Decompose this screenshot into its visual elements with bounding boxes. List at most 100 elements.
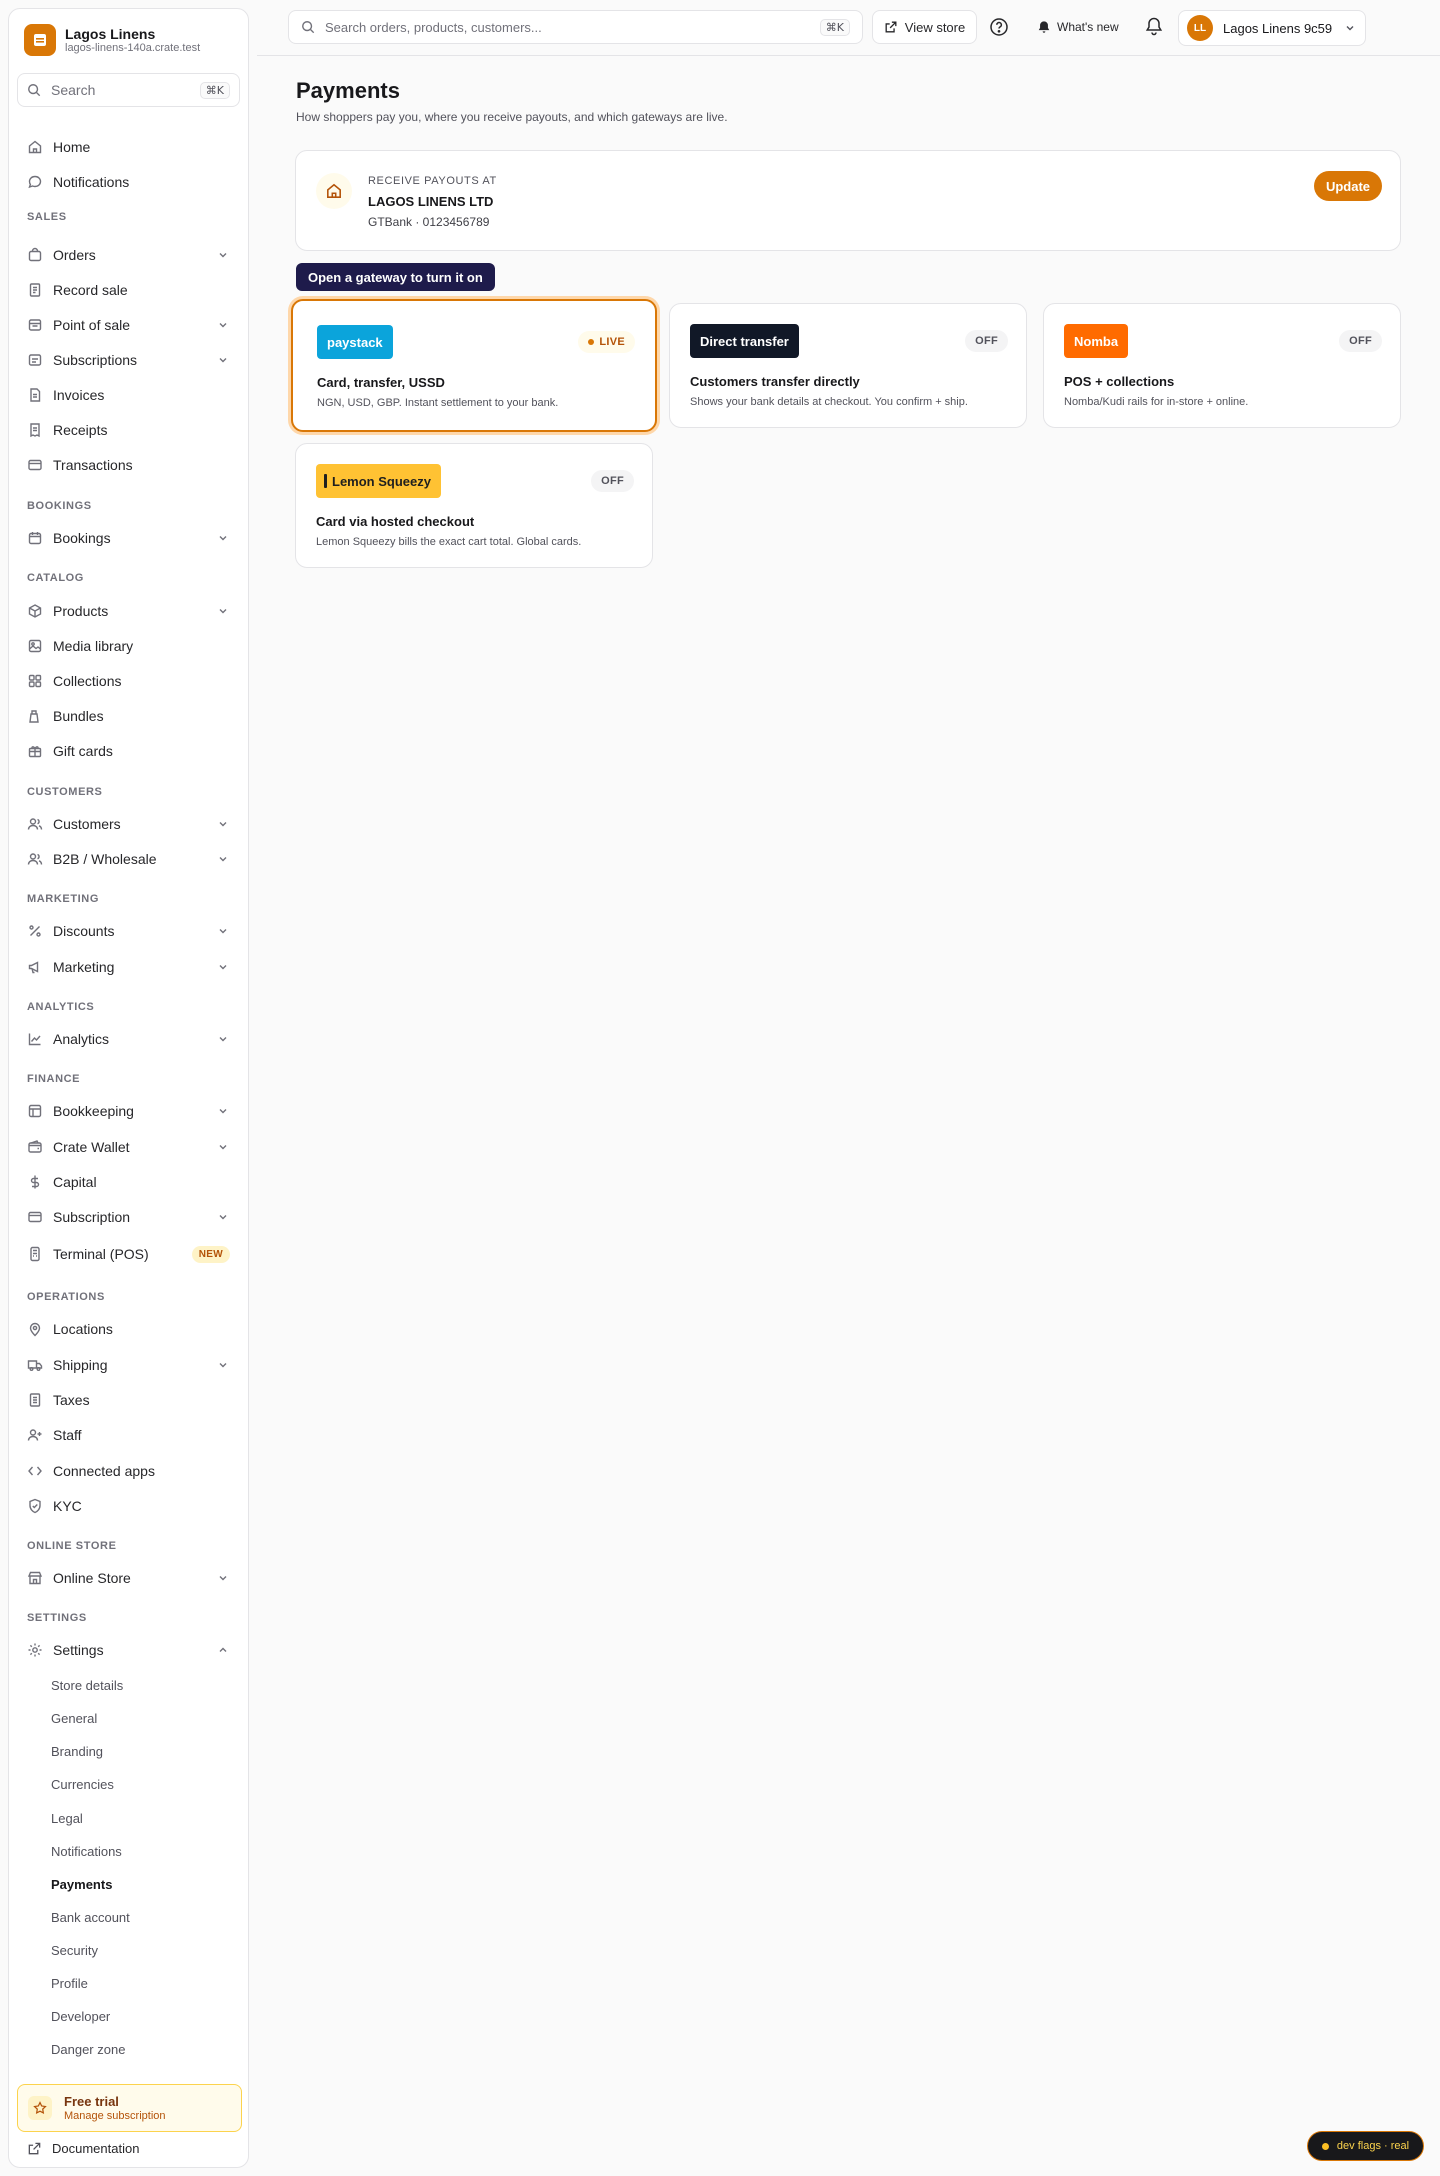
- gateway-description: Lemon Squeezy bills the exact cart total…: [316, 536, 582, 548]
- settings-sub-general[interactable]: General: [51, 1705, 231, 1731]
- status-badge-label: LIVE: [599, 336, 625, 348]
- sidebar-item-subscription[interactable]: Subscription: [17, 1202, 240, 1232]
- search-shortcut: ⌘K: [819, 18, 850, 36]
- sidebar-item-receipts[interactable]: Receipts: [17, 415, 240, 445]
- manage-subscription-link[interactable]: Manage subscription: [64, 2109, 166, 2123]
- gateway-card-direct-transfer[interactable]: Direct transfer OFF Customers transfer d…: [669, 303, 1027, 428]
- sidebar-item-marketing[interactable]: Marketing: [17, 952, 240, 982]
- sidebar-item-orders[interactable]: Orders: [17, 240, 240, 270]
- settings-sub-branding[interactable]: Branding: [51, 1738, 231, 1764]
- gateway-card-nomba[interactable]: Nomba OFF POS + collections Nomba/Kudi r…: [1043, 303, 1401, 428]
- sidebar-item-b2b-wholesale[interactable]: B2B / Wholesale: [17, 844, 240, 874]
- sidebar-item-label: Transactions: [53, 457, 133, 473]
- global-search-input[interactable]: Search orders, products, customers... ⌘K: [288, 10, 863, 44]
- bank-icon: [316, 173, 352, 209]
- settings-sub-bank-account[interactable]: Bank account: [51, 1904, 231, 1930]
- live-dot-icon: [588, 339, 595, 345]
- settings-sub-security[interactable]: Security: [51, 1937, 231, 1963]
- sidebar-item-label: Analytics: [53, 1031, 110, 1047]
- sidebar-item-products[interactable]: Products: [17, 596, 240, 626]
- sidebar-item-label: Taxes: [53, 1392, 90, 1408]
- sidebar-item-transactions[interactable]: Transactions: [17, 450, 240, 480]
- whats-new-button[interactable]: What's new: [1037, 16, 1119, 38]
- sidebar-item-label: Customers: [53, 816, 121, 832]
- sidebar-item-kyc[interactable]: KYC: [17, 1491, 240, 1521]
- users-icon: [27, 816, 43, 832]
- bag-icon: [27, 247, 43, 263]
- sidebar-item-crate-wallet[interactable]: Crate Wallet: [17, 1132, 240, 1162]
- chevron-down-icon: [216, 248, 230, 262]
- section-label-bookings: BOOKINGS: [27, 500, 92, 512]
- sidebar-item-media-library[interactable]: Media library: [17, 631, 240, 661]
- location-pin-icon: [27, 1321, 43, 1337]
- settings-sub-notifications[interactable]: Notifications: [51, 1838, 231, 1864]
- gateway-card-lemon-squeezy[interactable]: Lemon Squeezy OFF Card via hosted checko…: [295, 443, 653, 568]
- chevron-down-icon: [216, 1104, 230, 1118]
- view-store-button[interactable]: View store: [872, 10, 977, 44]
- sidebar-item-customers[interactable]: Customers: [17, 809, 240, 839]
- settings-sub-developer[interactable]: Developer: [51, 2003, 231, 2029]
- user-plus-icon: [27, 1427, 43, 1443]
- storefront-icon: [27, 1570, 43, 1586]
- sidebar-item-staff[interactable]: Staff: [17, 1420, 240, 1450]
- sidebar-item-bundles[interactable]: Bundles: [17, 701, 240, 731]
- account-menu[interactable]: LL Lagos Linens 9c59: [1178, 10, 1366, 46]
- section-label-finance: FINANCE: [27, 1073, 81, 1085]
- line-chart-icon: [27, 1031, 43, 1047]
- free-trial-banner[interactable]: Free trial Manage subscription: [17, 2084, 242, 2132]
- sidebar-item-terminal-pos[interactable]: Terminal (POS) NEW: [17, 1239, 240, 1269]
- sidebar-item-capital[interactable]: Capital: [17, 1167, 240, 1197]
- sidebar-item-discounts[interactable]: Discounts: [17, 916, 240, 946]
- sidebar-item-online-store[interactable]: Online Store: [17, 1563, 240, 1593]
- invoice-icon: [27, 387, 43, 403]
- sidebar-item-notifications[interactable]: Notifications: [17, 167, 240, 197]
- settings-sub-currencies[interactable]: Currencies: [51, 1771, 231, 1797]
- sidebar-item-bookings[interactable]: Bookings: [17, 523, 240, 553]
- store-switcher[interactable]: Lagos Linens lagos-linens-140a.crate.tes…: [24, 24, 200, 56]
- sidebar-item-home[interactable]: Home: [17, 132, 240, 162]
- settings-sub-legal[interactable]: Legal: [51, 1805, 231, 1831]
- sidebar-item-record-sale[interactable]: Record sale: [17, 275, 240, 305]
- sidebar-search[interactable]: Search ⌘K: [17, 73, 240, 107]
- chevron-down-icon: [216, 960, 230, 974]
- dev-flags-pill[interactable]: dev flags · real: [1307, 2131, 1424, 2161]
- sidebar-item-connected-apps[interactable]: Connected apps: [17, 1456, 240, 1486]
- status-dot-icon: [1321, 2142, 1329, 2150]
- settings-sub-danger-zone[interactable]: Danger zone: [51, 2036, 231, 2062]
- chevron-down-icon: [216, 924, 230, 938]
- sidebar-item-subscriptions[interactable]: Subscriptions: [17, 345, 240, 375]
- documentation-link[interactable]: Documentation: [27, 2141, 139, 2156]
- sidebar-item-label: Invoices: [53, 387, 105, 403]
- sidebar-item-analytics[interactable]: Analytics: [17, 1024, 240, 1054]
- sidebar-item-locations[interactable]: Locations: [17, 1314, 240, 1344]
- section-label-marketing: MARKETING: [27, 893, 100, 905]
- sidebar-item-gift-cards[interactable]: Gift cards: [17, 736, 240, 766]
- sidebar-item-shipping[interactable]: Shipping: [17, 1350, 240, 1380]
- sidebar-item-bookkeeping[interactable]: Bookkeeping: [17, 1096, 240, 1126]
- trial-title: Free trial: [64, 2093, 119, 2109]
- section-label-customers: CUSTOMERS: [27, 786, 103, 798]
- settings-sub-payments[interactable]: Payments: [51, 1871, 231, 1897]
- chat-bubble-icon: [27, 174, 43, 190]
- top-bar: Search orders, products, customers... ⌘K…: [257, 0, 1440, 56]
- notifications-bell-icon[interactable]: [1144, 16, 1164, 36]
- update-payout-button[interactable]: Update: [1314, 171, 1382, 201]
- settings-sub-profile[interactable]: Profile: [51, 1970, 231, 1996]
- settings-sub-store-details[interactable]: Store details: [51, 1672, 231, 1698]
- sidebar-item-taxes[interactable]: Taxes: [17, 1385, 240, 1415]
- gateway-card-paystack[interactable]: paystack LIVE Card, transfer, USSD NGN, …: [291, 299, 657, 432]
- gateway-description: Shows your bank details at checkout. You…: [690, 396, 968, 408]
- document-icon: [27, 1392, 43, 1408]
- megaphone-icon: [27, 959, 43, 975]
- sidebar-item-label: Gift cards: [53, 743, 113, 759]
- bundle-icon: [27, 708, 43, 724]
- chevron-down-icon: [216, 1358, 230, 1372]
- help-icon[interactable]: [989, 17, 1009, 37]
- sidebar-search-label: Search: [51, 82, 96, 98]
- sidebar-item-invoices[interactable]: Invoices: [17, 380, 240, 410]
- sidebar-item-settings[interactable]: Settings: [17, 1635, 240, 1665]
- sidebar-item-point-of-sale[interactable]: Point of sale: [17, 310, 240, 340]
- sidebar-item-label: Crate Wallet: [53, 1139, 130, 1155]
- calendar-icon: [27, 530, 43, 546]
- sidebar-item-collections[interactable]: Collections: [17, 666, 240, 696]
